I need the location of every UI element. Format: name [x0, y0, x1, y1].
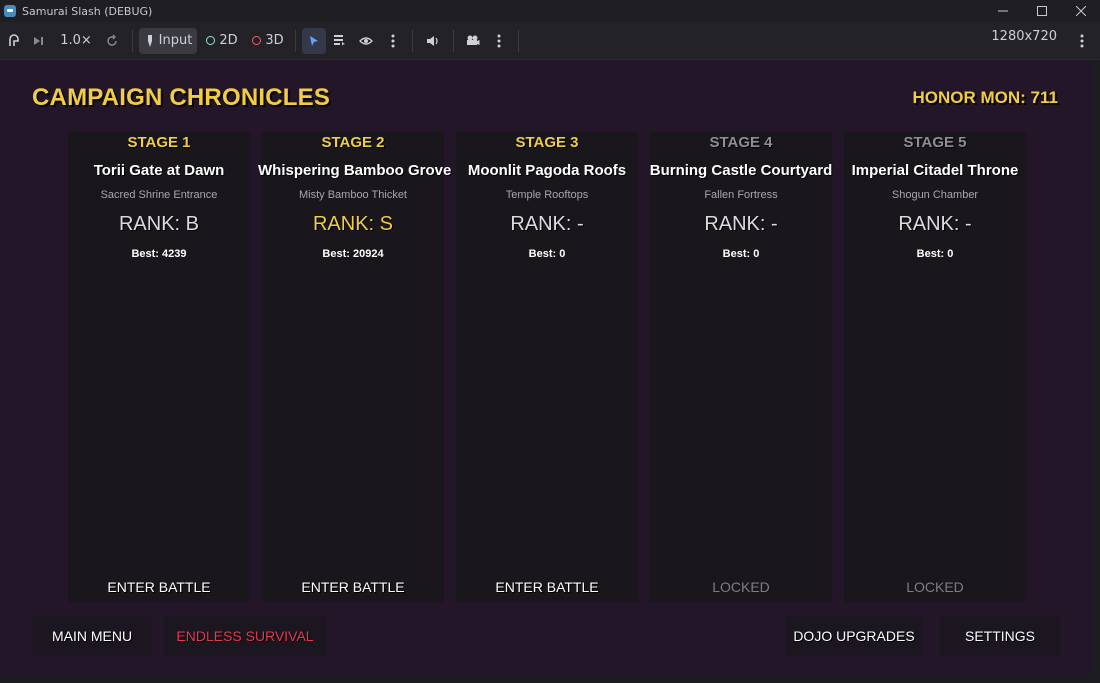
more-menu-icon — [391, 34, 395, 47]
close-button[interactable] — [1061, 0, 1100, 22]
window-title: Samurai Slash (DEBUG) — [22, 4, 153, 18]
stage-number: STAGE 4 — [709, 134, 773, 151]
locked-stage-button: LOCKED — [906, 579, 964, 595]
page-title: CAMPAIGN CHRONICLES — [32, 84, 331, 111]
stage-rank: RANK: S — [312, 213, 394, 235]
stage-best-score: Best: 4239 — [131, 248, 187, 260]
select-mode-button[interactable] — [302, 27, 326, 54]
window-border-right — [1092, 60, 1100, 683]
honor-counter: HONOR MON: 711 — [912, 88, 1058, 107]
reset-speed-button[interactable] — [98, 28, 126, 54]
close-icon — [1075, 6, 1086, 16]
toolbar-separator — [412, 29, 413, 52]
mode-2d-label: 2D — [219, 33, 238, 48]
main-menu-button[interactable]: MAIN MENU — [32, 616, 152, 656]
step-frame-icon — [34, 36, 43, 45]
locked-stage-button: LOCKED — [712, 579, 770, 595]
step-frame-button[interactable] — [26, 28, 50, 54]
stage-name: Burning Castle Courtyard — [649, 162, 833, 179]
maximize-icon — [1036, 6, 1047, 16]
visibility-button[interactable] — [352, 28, 380, 54]
game-viewport: CAMPAIGN CHRONICLES HONOR MON: 711 STAGE… — [0, 60, 1092, 675]
camera-more-button[interactable] — [486, 28, 512, 54]
stage-name: Whispering Bamboo Grove — [258, 162, 452, 179]
stage-subtitle: Sacred Shrine Entrance — [100, 189, 218, 201]
stage-number: STAGE 1 — [127, 134, 191, 151]
input-label: Input — [158, 33, 193, 48]
stage-number: STAGE 5 — [903, 134, 967, 151]
enter-battle-button[interactable]: ENTER BATTLE — [262, 572, 444, 602]
reset-speed-icon — [107, 34, 117, 46]
stage-best-score: Best: 0 — [528, 248, 566, 260]
stage-card: STAGE 5 Imperial Citadel Throne Shogun C… — [844, 132, 1026, 602]
toolbar-separator — [132, 29, 133, 52]
input-pointer-icon — [147, 34, 152, 47]
stage-rank: RANK: - — [704, 213, 778, 235]
speed-button[interactable]: 1.0× — [54, 28, 98, 54]
mode-2d-button[interactable]: 2D — [201, 28, 243, 54]
stage-number: STAGE 3 — [515, 134, 579, 151]
minimize-button[interactable] — [983, 0, 1022, 22]
stage-subtitle: Misty Bamboo Thicket — [298, 189, 407, 201]
remote-debug-button[interactable] — [2, 28, 26, 54]
window-border-bottom — [0, 675, 1100, 683]
dojo-upgrades-button[interactable]: DOJO UPGRADES — [786, 616, 922, 656]
toolbar-separator — [518, 29, 519, 52]
stage-best-score: Best: 0 — [916, 248, 954, 260]
godot-app-icon — [4, 5, 16, 17]
toolbar-separator — [453, 29, 454, 52]
stage-card: STAGE 3 Moonlit Pagoda Roofs Temple Roof… — [456, 132, 638, 602]
stage-best-score: Best: 0 — [722, 248, 760, 260]
toolbar-separator — [295, 29, 296, 52]
endless-survival-button[interactable]: ENDLESS SURVIVAL — [164, 616, 326, 656]
stage-card: STAGE 2 Whispering Bamboo Grove Misty Ba… — [258, 132, 451, 602]
stage-subtitle: Fallen Fortress — [704, 189, 778, 201]
mode-3d-label: 3D — [265, 33, 284, 48]
stage-card: STAGE 4 Burning Castle Courtyard Fallen … — [650, 132, 832, 602]
more-menu-icon — [497, 34, 501, 47]
stage-name: Imperial Citadel Throne — [851, 162, 1019, 179]
input-toggle-button[interactable]: Input — [139, 27, 197, 54]
stage-rank: RANK: - — [510, 213, 584, 235]
stage-best-score: Best: 20924 — [322, 248, 384, 260]
toolbar-menu-button[interactable] — [1074, 28, 1090, 54]
window-controls — [983, 0, 1100, 22]
list-select-button[interactable] — [326, 28, 352, 54]
window-titlebar: Samurai Slash (DEBUG) — [0, 0, 1100, 22]
maximize-button[interactable] — [1022, 0, 1061, 22]
stage-subtitle: Shogun Chamber — [891, 189, 979, 201]
stage-rank: RANK: B — [118, 213, 200, 235]
select-arrow-icon — [310, 35, 318, 46]
enter-battle-button[interactable]: ENTER BATTLE — [456, 572, 638, 602]
stage-subtitle: Temple Rooftops — [505, 189, 589, 201]
stage-name: Torii Gate at Dawn — [93, 162, 225, 179]
remote-debug-icon — [9, 33, 19, 46]
audio-mute-button[interactable] — [419, 28, 447, 54]
settings-button[interactable]: SETTINGS — [940, 616, 1060, 656]
debug-toolbar: 1.0× Input 2D 3D 1280x720 — [0, 22, 1100, 60]
resolution-readout: 1280x720 — [991, 29, 1057, 44]
list-select-icon — [333, 35, 345, 46]
camera-icon — [467, 35, 480, 45]
stage-rank: RANK: - — [898, 213, 972, 235]
more-options-button[interactable] — [380, 28, 406, 54]
audio-mute-icon — [427, 35, 438, 46]
mode-3d-button[interactable]: 3D — [247, 28, 289, 54]
more-menu-icon — [1080, 34, 1084, 48]
mode-3d-indicator-icon — [252, 36, 262, 45]
mode-2d-indicator-icon — [206, 36, 216, 45]
visibility-eye-icon — [359, 36, 373, 45]
stage-card: STAGE 1 Torii Gate at Dawn Sacred Shrine… — [68, 132, 250, 602]
stage-name: Moonlit Pagoda Roofs — [467, 162, 627, 179]
minimize-icon — [997, 10, 1008, 12]
camera-override-button[interactable] — [460, 28, 486, 54]
enter-battle-button[interactable]: ENTER BATTLE — [68, 572, 250, 602]
stage-list: STAGE 1 Torii Gate at Dawn Sacred Shrine… — [68, 132, 1026, 602]
stage-number: STAGE 2 — [321, 134, 385, 151]
